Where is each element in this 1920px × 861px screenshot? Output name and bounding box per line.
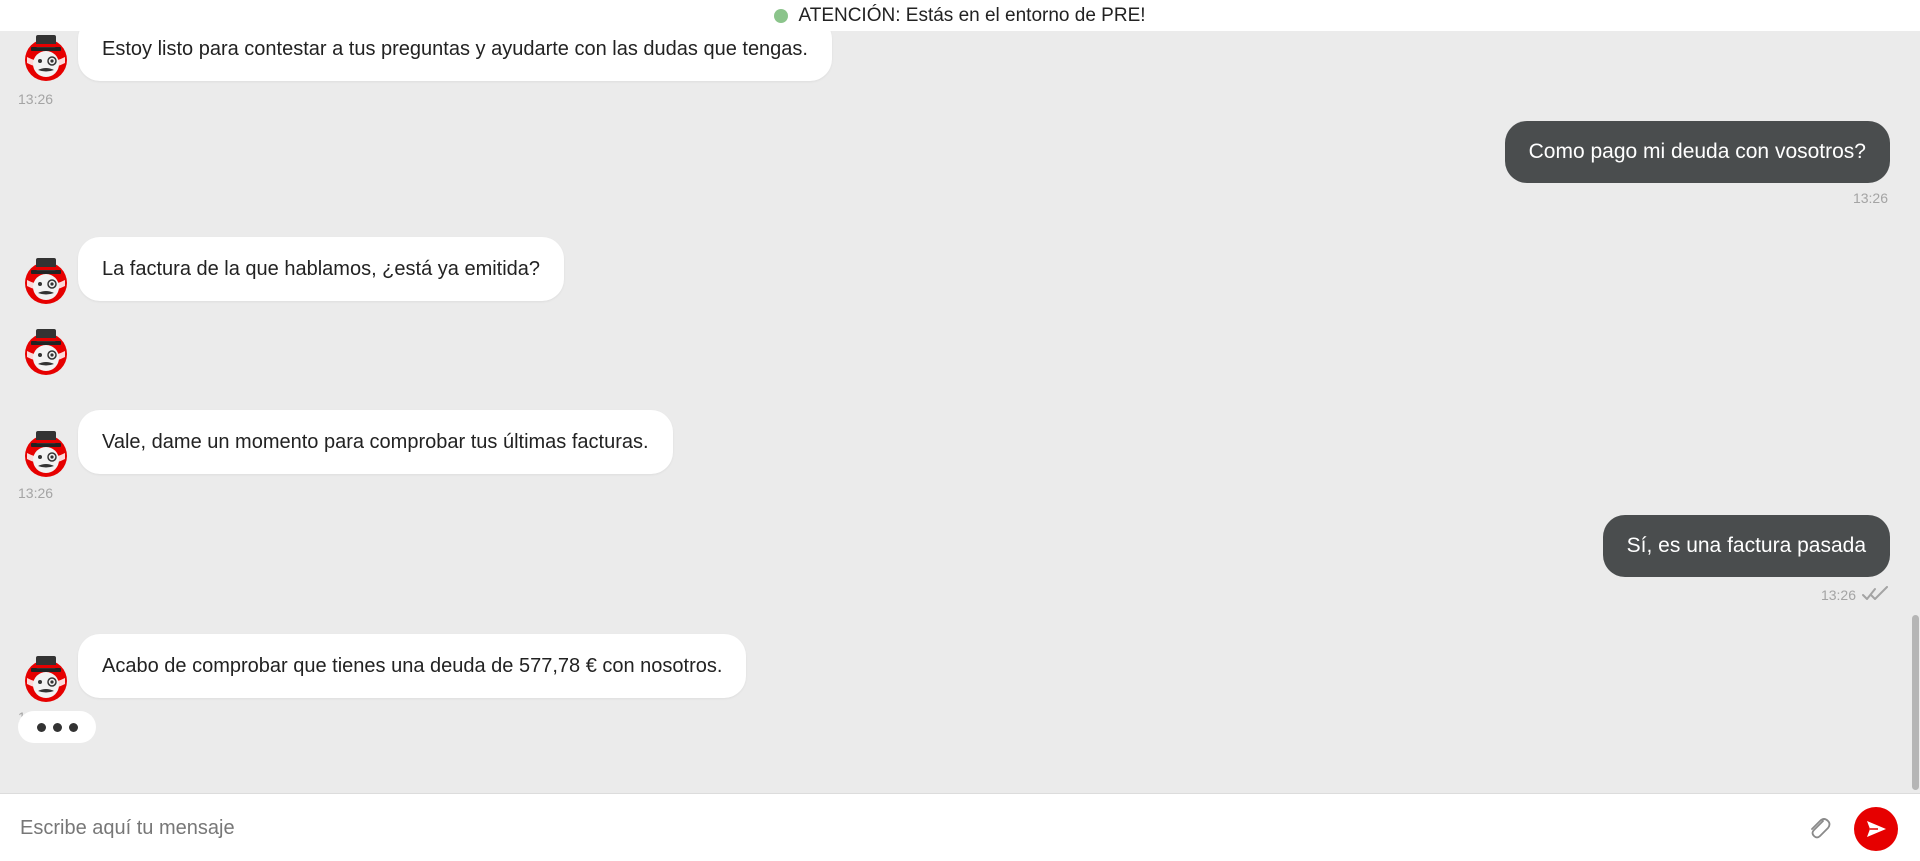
- bot-avatar-icon: [24, 430, 68, 478]
- bot-avatar-icon: [24, 655, 68, 703]
- send-button[interactable]: [1854, 807, 1898, 851]
- environment-banner: ATENCIÓN: Estás en el entorno de PRE!: [0, 0, 1920, 31]
- message-timestamp: 13:26: [1852, 190, 1888, 206]
- chat-scrollbar-thumb[interactable]: [1912, 615, 1919, 790]
- bot-avatar-icon: [24, 328, 68, 376]
- environment-banner-text: ATENCIÓN: Estás en el entorno de PRE!: [798, 4, 1146, 26]
- message-timestamp: 13:26: [18, 485, 54, 501]
- environment-status-dot: [774, 8, 789, 23]
- message-timestamp: 13:26: [18, 91, 54, 107]
- message-timestamp: 13:26: [1820, 587, 1856, 603]
- bot-message: La factura de la que hablamos, ¿está ya …: [78, 237, 565, 301]
- bot-message-text: Vale, dame un momento para comprobar tus…: [102, 430, 649, 453]
- user-message-text: Sí, es una factura pasada: [1626, 534, 1866, 557]
- typing-dot: [52, 722, 62, 732]
- bot-message: Vale, dame un momento para comprobar tus…: [78, 410, 673, 474]
- bot-avatar-icon: [24, 257, 68, 305]
- bot-avatar-icon: [24, 34, 68, 82]
- chat-messages[interactable]: Estoy listo para contestar a tus pregunt…: [0, 31, 1920, 793]
- typing-indicator: [18, 711, 96, 743]
- typing-dot: [36, 722, 46, 732]
- double-check-icon: [1862, 586, 1888, 600]
- bot-message-text: Acabo de comprobar que tienes una deuda …: [102, 654, 723, 677]
- user-message: Sí, es una factura pasada: [1602, 515, 1890, 577]
- bot-message-text: La factura de la que hablamos, ¿está ya …: [102, 257, 541, 280]
- user-message-text: Como pago mi deuda con vosotros?: [1528, 140, 1866, 163]
- bot-message: Estoy listo para contestar a tus pregunt…: [78, 31, 832, 81]
- send-arrow-icon: [1867, 821, 1886, 837]
- bot-message-text: Estoy listo para contestar a tus pregunt…: [102, 37, 808, 60]
- typing-dot: [68, 722, 78, 732]
- message-composer: [0, 793, 1920, 861]
- message-input[interactable]: [20, 808, 1780, 848]
- bot-message: Acabo de comprobar que tienes una deuda …: [78, 634, 747, 698]
- user-message: Como pago mi deuda con vosotros?: [1504, 121, 1890, 183]
- paperclip-icon[interactable]: [1806, 815, 1832, 841]
